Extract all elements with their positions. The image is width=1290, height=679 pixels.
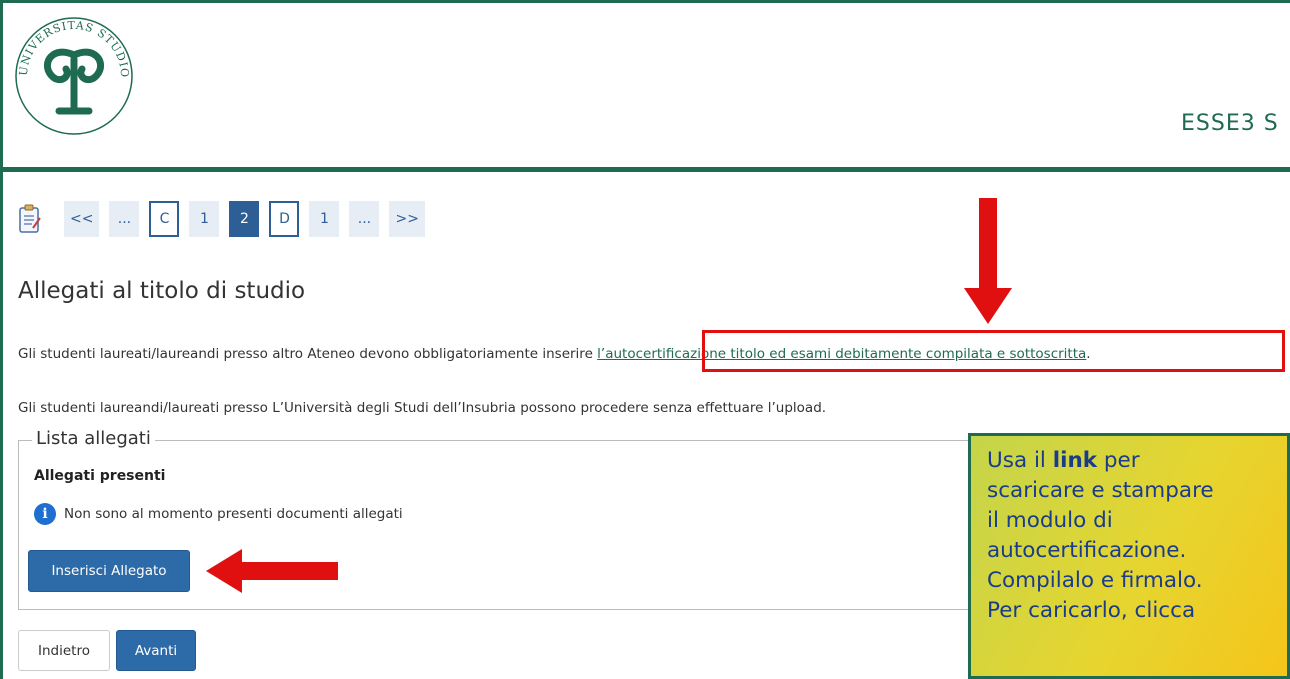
instruction-callout: Usa il link per scaricare e stampare il … xyxy=(968,433,1290,679)
wizard-stepper: << ... C 1 2 D 1 ... >> xyxy=(18,200,435,238)
annotation-arrow-left xyxy=(206,549,338,593)
page-title: Allegati al titolo di studio xyxy=(18,278,306,304)
intro-text: Gli studenti laureati/laureandi presso a… xyxy=(18,346,598,362)
attachments-subheading: Allegati presenti xyxy=(34,468,166,484)
callout-line-5: Compilalo e firmalo. xyxy=(987,568,1203,593)
empty-message-text: Non sono al momento presenti documenti a… xyxy=(64,506,403,522)
callout-line-1: Usa il link per xyxy=(987,448,1140,473)
annotation-arrow-down xyxy=(964,198,1012,324)
university-logo: UNIVERSITAS STUDIORUM INSUBRIAE xyxy=(13,15,133,135)
info-icon: i xyxy=(34,503,56,525)
next-button[interactable]: Avanti xyxy=(116,630,196,671)
step-last[interactable]: >> xyxy=(389,201,425,237)
step-c-1[interactable]: 1 xyxy=(189,201,220,237)
header-divider xyxy=(3,167,1290,172)
empty-attachments-message: i Non sono al momento presenti documenti… xyxy=(34,503,403,525)
step-ellipsis-right: ... xyxy=(349,201,380,237)
step-first[interactable]: << xyxy=(64,201,100,237)
callout-link-word: link xyxy=(1052,448,1098,473)
callout-line-4: autocertificazione. xyxy=(987,538,1187,563)
step-c[interactable]: C xyxy=(149,201,180,237)
insubria-note: Gli studenti laureandi/laureati presso L… xyxy=(18,400,827,416)
insert-attachment-button[interactable]: Inserisci Allegato xyxy=(28,550,190,592)
header: UNIVERSITAS STUDIORUM INSUBRIAE ESSE3 S xyxy=(3,3,1290,169)
link-highlight-box xyxy=(702,330,1285,372)
callout-line-3: il modulo di xyxy=(987,508,1113,533)
step-ellipsis-left: ... xyxy=(109,201,140,237)
back-button[interactable]: Indietro xyxy=(18,630,110,671)
attachments-legend: Lista allegati xyxy=(32,428,155,449)
callout-line-6: Per caricarlo, clicca xyxy=(987,598,1196,623)
app-name: ESSE3 S xyxy=(1181,111,1279,136)
step-d-1[interactable]: 1 xyxy=(309,201,340,237)
step-current[interactable]: 2 xyxy=(229,201,260,237)
clipboard-icon xyxy=(19,204,41,233)
callout-line-2: scaricare e stampare xyxy=(987,478,1214,503)
step-d[interactable]: D xyxy=(269,201,300,237)
